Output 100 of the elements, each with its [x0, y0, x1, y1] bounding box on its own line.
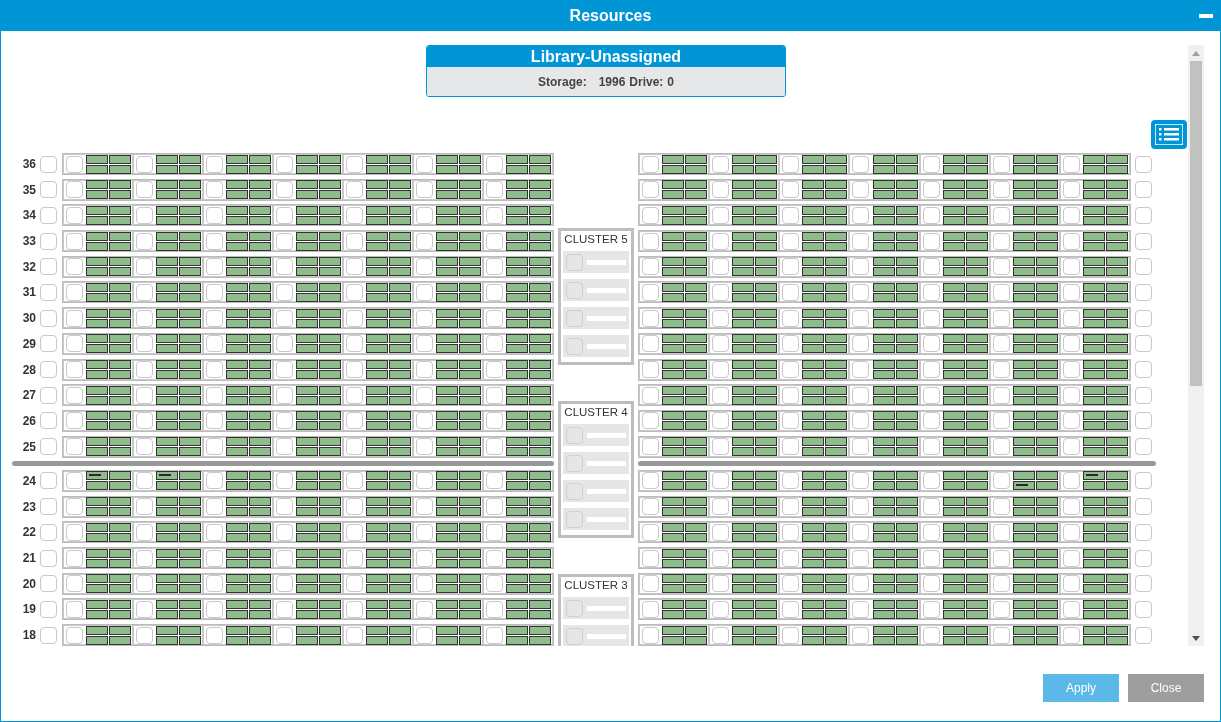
- magazine-checkbox[interactable]: [852, 472, 870, 490]
- magazine-checkbox[interactable]: [992, 232, 1010, 250]
- drive-checkbox[interactable]: [566, 599, 583, 617]
- magazine-checkbox[interactable]: [712, 386, 730, 404]
- magazine-checkbox[interactable]: [486, 309, 503, 327]
- row-end-checkbox[interactable]: [1135, 232, 1152, 250]
- magazine-checkbox[interactable]: [346, 626, 363, 644]
- magazine-checkbox[interactable]: [1062, 549, 1080, 567]
- magazine-checkbox[interactable]: [66, 412, 83, 430]
- magazine-checkbox[interactable]: [416, 575, 433, 593]
- magazine-checkbox[interactable]: [136, 258, 153, 276]
- magazine-checkbox[interactable]: [922, 258, 940, 276]
- magazine-checkbox[interactable]: [992, 472, 1010, 490]
- row-end-checkbox[interactable]: [1135, 258, 1152, 276]
- magazine-checkbox[interactable]: [852, 549, 870, 567]
- row-checkbox[interactable]: [40, 335, 57, 353]
- magazine-checkbox[interactable]: [642, 438, 659, 456]
- row-checkbox[interactable]: [40, 232, 57, 250]
- magazine-checkbox[interactable]: [852, 283, 870, 301]
- magazine-checkbox[interactable]: [346, 438, 363, 456]
- magazine-checkbox[interactable]: [276, 335, 293, 353]
- magazine-checkbox[interactable]: [276, 412, 293, 430]
- magazine-checkbox[interactable]: [206, 575, 223, 593]
- magazine-checkbox[interactable]: [712, 232, 730, 250]
- magazine-checkbox[interactable]: [276, 181, 293, 199]
- row-checkbox[interactable]: [40, 181, 57, 199]
- magazine-checkbox[interactable]: [782, 181, 800, 199]
- magazine-checkbox[interactable]: [782, 258, 800, 276]
- row-checkbox[interactable]: [40, 600, 57, 618]
- magazine-checkbox[interactable]: [136, 361, 153, 378]
- row-end-checkbox[interactable]: [1135, 626, 1152, 644]
- magazine-checkbox[interactable]: [922, 181, 940, 199]
- magazine-checkbox[interactable]: [712, 523, 730, 541]
- magazine-checkbox[interactable]: [486, 626, 503, 644]
- magazine-checkbox[interactable]: [66, 283, 83, 301]
- magazine-checkbox[interactable]: [922, 412, 940, 430]
- list-view-button[interactable]: [1151, 120, 1187, 149]
- drive-checkbox[interactable]: [566, 281, 583, 299]
- magazine-checkbox[interactable]: [416, 472, 433, 490]
- magazine-checkbox[interactable]: [1062, 523, 1080, 541]
- magazine-checkbox[interactable]: [276, 575, 293, 593]
- magazine-checkbox[interactable]: [136, 523, 153, 541]
- magazine-checkbox[interactable]: [1062, 600, 1080, 618]
- magazine-checkbox[interactable]: [1062, 626, 1080, 644]
- magazine-checkbox[interactable]: [1062, 438, 1080, 456]
- magazine-checkbox[interactable]: [642, 412, 659, 430]
- magazine-checkbox[interactable]: [712, 206, 730, 224]
- magazine-checkbox[interactable]: [642, 600, 659, 618]
- magazine-checkbox[interactable]: [416, 549, 433, 567]
- magazine-checkbox[interactable]: [346, 309, 363, 327]
- magazine-checkbox[interactable]: [206, 206, 223, 224]
- row-checkbox[interactable]: [40, 309, 57, 327]
- magazine-checkbox[interactable]: [712, 361, 730, 378]
- magazine-checkbox[interactable]: [276, 206, 293, 224]
- row-checkbox[interactable]: [40, 412, 57, 430]
- magazine-checkbox[interactable]: [712, 600, 730, 618]
- magazine-checkbox[interactable]: [416, 335, 433, 353]
- magazine-checkbox[interactable]: [206, 258, 223, 276]
- magazine-checkbox[interactable]: [346, 181, 363, 199]
- magazine-checkbox[interactable]: [416, 232, 433, 250]
- magazine-checkbox[interactable]: [66, 549, 83, 567]
- magazine-checkbox[interactable]: [992, 523, 1010, 541]
- magazine-checkbox[interactable]: [712, 438, 730, 456]
- magazine-checkbox[interactable]: [486, 472, 503, 490]
- magazine-checkbox[interactable]: [136, 600, 153, 618]
- magazine-checkbox[interactable]: [486, 232, 503, 250]
- magazine-checkbox[interactable]: [486, 523, 503, 541]
- magazine-checkbox[interactable]: [346, 575, 363, 593]
- magazine-checkbox[interactable]: [782, 523, 800, 541]
- row-end-checkbox[interactable]: [1135, 523, 1152, 541]
- magazine-checkbox[interactable]: [416, 438, 433, 456]
- magazine-checkbox[interactable]: [782, 412, 800, 430]
- magazine-checkbox[interactable]: [276, 549, 293, 567]
- magazine-checkbox[interactable]: [852, 335, 870, 353]
- row-end-checkbox[interactable]: [1135, 472, 1152, 490]
- magazine-checkbox[interactable]: [852, 575, 870, 593]
- magazine-checkbox[interactable]: [276, 258, 293, 276]
- row-end-checkbox[interactable]: [1135, 155, 1152, 173]
- magazine-checkbox[interactable]: [712, 412, 730, 430]
- magazine-checkbox[interactable]: [416, 155, 433, 173]
- magazine-checkbox[interactable]: [486, 498, 503, 516]
- magazine-checkbox[interactable]: [922, 600, 940, 618]
- magazine-checkbox[interactable]: [276, 438, 293, 456]
- magazine-checkbox[interactable]: [136, 438, 153, 456]
- row-checkbox[interactable]: [40, 438, 57, 456]
- magazine-checkbox[interactable]: [346, 258, 363, 276]
- magazine-checkbox[interactable]: [206, 438, 223, 456]
- drive-checkbox[interactable]: [566, 510, 583, 528]
- row-end-checkbox[interactable]: [1135, 386, 1152, 404]
- row-checkbox[interactable]: [40, 472, 57, 490]
- magazine-checkbox[interactable]: [922, 309, 940, 327]
- magazine-checkbox[interactable]: [992, 258, 1010, 276]
- magazine-checkbox[interactable]: [66, 335, 83, 353]
- magazine-checkbox[interactable]: [782, 361, 800, 378]
- magazine-checkbox[interactable]: [712, 283, 730, 301]
- magazine-checkbox[interactable]: [922, 498, 940, 516]
- magazine-checkbox[interactable]: [992, 549, 1010, 567]
- magazine-checkbox[interactable]: [642, 181, 659, 199]
- magazine-checkbox[interactable]: [712, 335, 730, 353]
- drive-checkbox[interactable]: [566, 337, 583, 355]
